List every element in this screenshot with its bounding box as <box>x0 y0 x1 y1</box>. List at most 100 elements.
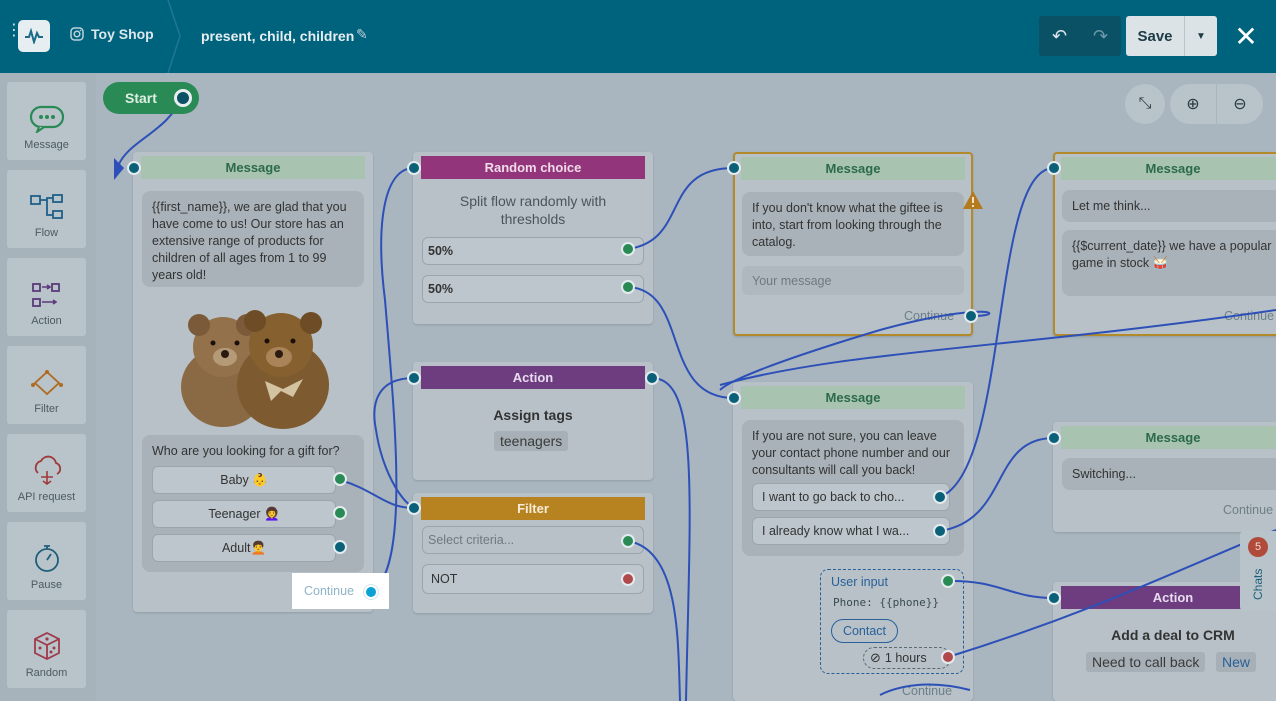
chats-tab[interactable]: 5 Chats <box>1240 531 1276 611</box>
instagram-icon <box>70 27 84 41</box>
input-port[interactable] <box>127 161 141 175</box>
palette-item-action[interactable]: Action <box>7 258 86 336</box>
output-port[interactable] <box>333 540 347 554</box>
action-heading: Assign tags <box>493 407 573 423</box>
action-icon <box>31 283 60 307</box>
channel-breadcrumb[interactable]: Toy Shop <box>70 26 154 42</box>
app-logo-icon[interactable] <box>18 20 50 52</box>
message-node-switching[interactable]: Message Switching... Continue <box>1053 422 1276 532</box>
phone-variable: Phone: {{phone}} <box>833 596 939 609</box>
output-port[interactable] <box>333 506 347 520</box>
action-heading: Add a deal to CRM <box>1111 627 1235 643</box>
palette-item-filter[interactable]: Filter <box>7 346 86 424</box>
palette-item-api-request[interactable]: API request <box>7 434 86 512</box>
reply-button-baby[interactable]: Baby 👶 <box>152 466 336 494</box>
message-text-1[interactable]: Let me think... <box>1062 190 1276 222</box>
input-port[interactable] <box>727 391 741 405</box>
continue-output-port[interactable] <box>364 585 378 599</box>
reply-button-go-back[interactable]: I want to go back to cho... <box>752 483 950 511</box>
message-icon <box>29 105 64 133</box>
input-port[interactable] <box>407 371 421 385</box>
output-port[interactable] <box>964 309 978 323</box>
timeout-chip[interactable]: ⊘ 1 hours <box>863 647 951 669</box>
input-port[interactable] <box>1047 591 1061 605</box>
message-node-think[interactable]: Message Let me think... {{$current_date}… <box>1053 152 1276 336</box>
start-output-port[interactable] <box>174 89 192 107</box>
message-text[interactable]: Switching... <box>1062 458 1276 490</box>
edit-pencil-icon[interactable]: ✎ <box>356 26 368 43</box>
reply-button-adult[interactable]: Adult🧑‍🦱 <box>152 534 336 562</box>
tag-chip: teenagers <box>494 431 569 451</box>
input-port[interactable] <box>1047 431 1061 445</box>
start-node[interactable]: Start <box>103 82 199 114</box>
save-button-group: Save ▼ <box>1126 16 1217 56</box>
node-title: Message <box>741 157 965 180</box>
zoom-in-icon[interactable]: ⊕ <box>1170 84 1216 124</box>
output-port[interactable] <box>333 472 347 486</box>
stopwatch-icon <box>34 545 59 572</box>
message-text[interactable]: {{first_name}}, we are glad that you hav… <box>142 191 364 287</box>
chats-label: Chats <box>1251 568 1265 600</box>
input-port[interactable] <box>1047 161 1061 175</box>
redo-icon[interactable]: ↷ <box>1080 16 1121 56</box>
palette-item-random[interactable]: Random <box>7 610 86 688</box>
dice-icon <box>33 631 60 661</box>
output-port[interactable] <box>621 534 635 548</box>
flow-name[interactable]: present, child, children <box>201 28 354 44</box>
continue-label: Continue <box>904 309 955 323</box>
chevron-down-icon[interactable]: ▼ <box>1185 16 1217 56</box>
input-port[interactable] <box>407 501 421 515</box>
random-option-2[interactable]: 50% <box>422 275 644 303</box>
filter-icon <box>30 370 63 396</box>
random-option-1[interactable]: 50% <box>422 237 644 265</box>
random-description: Split flow randomly with thresholds <box>459 193 607 227</box>
message-text-2[interactable]: {{$current_date}} we have a popular game… <box>1062 230 1276 296</box>
close-icon[interactable]: ✕ <box>1232 20 1260 52</box>
top-bar: ⋮ Toy Shop present, child, children ✎ ↶ … <box>0 0 1276 73</box>
save-button[interactable]: Save <box>1126 16 1185 56</box>
output-port[interactable] <box>621 572 635 586</box>
continue-output-highlighted[interactable]: Continue <box>292 573 389 609</box>
action-node-assign-tags[interactable]: Action Assign tags teenagers <box>413 362 653 480</box>
unread-badge: 5 <box>1248 537 1268 557</box>
continue-label: Continue <box>1223 503 1274 517</box>
warning-icon[interactable] <box>962 190 984 210</box>
criteria-select[interactable]: Select criteria... <box>422 526 644 554</box>
node-title: Message <box>141 156 365 179</box>
output-port[interactable] <box>621 242 635 256</box>
teddy-bears-image <box>181 310 329 429</box>
message-node-catalog[interactable]: Message If you don't know what the gifte… <box>733 152 983 336</box>
palette-item-flow[interactable]: Flow <box>7 170 86 248</box>
message-text[interactable]: If you don't know what the giftee is int… <box>742 192 964 256</box>
output-port[interactable] <box>933 524 947 538</box>
random-choice-node[interactable]: Random choice Split flow randomly with t… <box>413 152 653 324</box>
undo-icon[interactable]: ↶ <box>1039 16 1080 56</box>
flow-icon <box>29 194 63 219</box>
node-title: Message <box>1061 157 1276 180</box>
history-controls: ↶ ↷ <box>1039 16 1121 56</box>
magic-wand-icon[interactable]: ⤡ <box>1125 84 1165 124</box>
node-title: Filter <box>421 497 645 520</box>
shop-name: Toy Shop <box>91 26 154 42</box>
breadcrumb-separator <box>167 0 181 73</box>
reply-button-already-know[interactable]: I already know what I wa... <box>752 517 950 545</box>
palette-item-message[interactable]: Message <box>7 82 86 160</box>
node-title: Message <box>1061 426 1276 449</box>
zoom-out-icon[interactable]: ⊖ <box>1217 84 1263 124</box>
output-port[interactable] <box>933 490 947 504</box>
output-port[interactable] <box>941 574 955 588</box>
filter-node[interactable]: Filter Select criteria... NOT <box>413 493 653 613</box>
not-condition[interactable]: NOT <box>422 564 644 594</box>
palette-item-pause[interactable]: Pause <box>7 522 86 600</box>
output-port[interactable] <box>645 371 659 385</box>
timer-off-icon: ⊘ <box>870 650 881 665</box>
node-palette: Message Flow Action Filter API request P… <box>0 73 96 701</box>
input-port[interactable] <box>727 161 741 175</box>
reply-button-teenager[interactable]: Teenager 👩‍🦱 <box>152 500 336 528</box>
node-title: Message <box>741 386 965 409</box>
contact-button[interactable]: Contact <box>831 619 898 643</box>
output-port[interactable] <box>941 650 955 664</box>
output-port[interactable] <box>621 280 635 294</box>
message-input[interactable]: Your message <box>742 266 964 295</box>
input-port[interactable] <box>407 161 421 175</box>
